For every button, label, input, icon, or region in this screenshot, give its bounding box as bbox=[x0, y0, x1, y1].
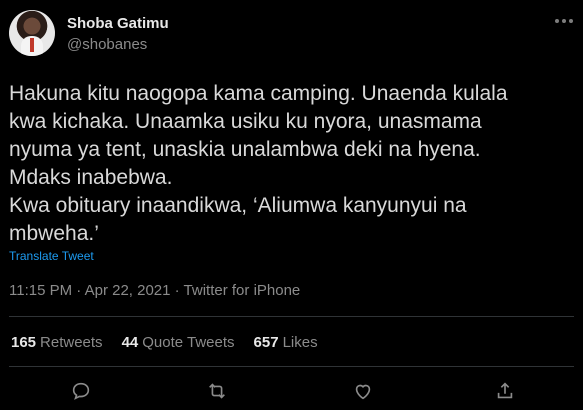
more-icon[interactable] bbox=[552, 14, 576, 28]
tweet-timestamp[interactable]: 11:15 PM · Apr 22, 2021 · Twitter for iP… bbox=[9, 282, 300, 299]
tweet-text-line: Hakuna kitu naogopa kama camping. Unaend… bbox=[9, 82, 508, 105]
tweet-actions bbox=[0, 380, 583, 404]
likes-count: 657 bbox=[253, 334, 279, 351]
author-name[interactable]: Shoba Gatimu bbox=[67, 15, 169, 32]
tweet-text-line: kwa kichaka. Unaamka usiku ku nyora, una… bbox=[9, 110, 482, 133]
quote-tweets-label: Quote Tweets bbox=[142, 334, 235, 351]
tweet-text-line: Kwa obituary inaandikwa, ‘Aliumwa kanyun… bbox=[9, 194, 467, 217]
tweet-text-line: nyuma ya tent, unaskia unalambwa deki na… bbox=[9, 138, 481, 161]
translate-tweet-link[interactable]: Translate Tweet bbox=[9, 249, 94, 263]
quote-tweets-count: 44 bbox=[121, 334, 139, 351]
avatar[interactable] bbox=[9, 10, 55, 56]
tweet-stats: 165 Retweets 44 Quote Tweets 657 Likes bbox=[11, 334, 337, 351]
likes-stat[interactable]: 657 Likes bbox=[254, 334, 318, 351]
heart-icon bbox=[355, 384, 371, 400]
tweet-text-line: Mdaks inabebwa. bbox=[9, 166, 173, 189]
like-button[interactable] bbox=[352, 380, 374, 402]
retweets-count: 165 bbox=[11, 334, 37, 351]
more-dot bbox=[569, 19, 573, 23]
reply-button[interactable] bbox=[70, 380, 92, 402]
share-button[interactable] bbox=[494, 380, 516, 402]
avatar-tie-shape bbox=[30, 38, 34, 52]
quote-tweets-stat[interactable]: 44 Quote Tweets bbox=[122, 334, 235, 351]
divider bbox=[9, 316, 574, 317]
author-handle[interactable]: @shobanes bbox=[67, 36, 147, 53]
retweets-label: Retweets bbox=[40, 334, 103, 351]
reply-icon bbox=[72, 382, 90, 400]
retweets-stat[interactable]: 165 Retweets bbox=[11, 334, 103, 351]
retweet-button[interactable] bbox=[206, 380, 228, 402]
likes-label: Likes bbox=[282, 334, 318, 351]
tweet-text-line: mbweha.’ bbox=[9, 222, 99, 245]
share-icon bbox=[497, 382, 513, 399]
more-dot bbox=[562, 19, 566, 23]
retweet-icon bbox=[209, 383, 225, 399]
tweet-card: Shoba Gatimu @shobanes Hakuna kitu naogo… bbox=[0, 0, 583, 410]
tweet-text: Hakuna kitu naogopa kama camping. Unaend… bbox=[9, 80, 579, 248]
divider bbox=[9, 366, 574, 367]
more-dot bbox=[555, 19, 559, 23]
